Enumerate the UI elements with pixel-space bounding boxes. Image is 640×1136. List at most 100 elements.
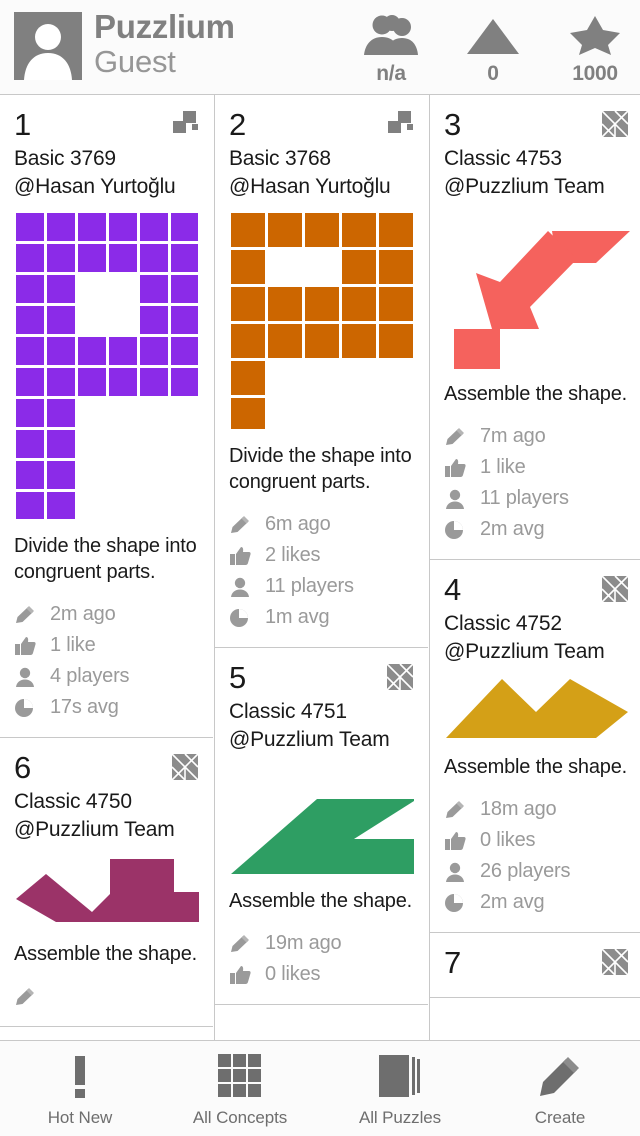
nav-item-all-puzzles[interactable]: All Puzzles — [320, 1041, 480, 1136]
grid-icon — [217, 1053, 263, 1099]
card-meta: 7m ago 1 like 11 players 2m avg — [444, 421, 629, 545]
card-title: Basic 3769 — [14, 147, 116, 170]
meta-likes-text: 1 like — [480, 456, 526, 478]
meta-likes: 1 like — [14, 630, 199, 661]
card-header: 5 — [229, 658, 414, 698]
nav-item-all-concepts[interactable]: All Concepts — [160, 1041, 320, 1136]
stat-score-value: 1000 — [572, 62, 618, 85]
nav-label: All Puzzles — [358, 1108, 442, 1127]
pie-clock-icon — [14, 697, 42, 719]
meta-avg: 2m avg — [444, 887, 629, 918]
meta-time-text: 19m ago — [265, 932, 342, 954]
meta-time: 19m ago — [229, 928, 414, 959]
meta-time-text: 7m ago — [480, 425, 546, 447]
meta-time: 7m ago — [444, 421, 629, 452]
person-icon — [444, 861, 472, 883]
meta-time: 18m ago — [444, 794, 629, 825]
stat-friends[interactable]: n/a — [356, 12, 426, 86]
star-icon — [560, 12, 630, 58]
basic-blocks-icon — [171, 110, 199, 138]
card-description: Assemble the shape. — [444, 756, 627, 778]
nav-item-hot-new[interactable]: Hot New — [0, 1041, 160, 1136]
puzzle-shape-orange-letter-p — [229, 211, 415, 431]
meta-avg-text: 1m avg — [265, 606, 330, 628]
meta-likes: 0 likes — [229, 959, 414, 990]
card-rank: 7 — [444, 945, 461, 980]
card-author: @Hasan Yurtoğlu — [229, 175, 391, 198]
card-description: Assemble the shape. — [14, 943, 197, 965]
meta-players: 26 players — [444, 856, 629, 887]
meta-avg: 1m avg — [229, 602, 414, 633]
nav-label: Create — [534, 1108, 586, 1127]
card-rank: 4 — [444, 572, 461, 607]
meta-likes: 2 likes — [229, 540, 414, 571]
stat-level-value: 0 — [487, 62, 499, 85]
card-author: @Puzzlium Team — [444, 175, 605, 198]
pie-clock-icon — [444, 892, 472, 914]
card-title: Classic 4750 — [14, 790, 132, 813]
classic-tangram-icon — [601, 948, 629, 976]
card-header: 1 — [14, 105, 199, 145]
card-meta: 2m ago 1 like 4 players 17s avg — [14, 599, 199, 723]
meta-players: 4 players — [14, 661, 199, 692]
pie-clock-icon — [229, 607, 257, 629]
puzzle-card[interactable]: 5 Classic 4751 @Puzzlium Team Assemble t… — [215, 648, 428, 1005]
person-avatar-icon — [14, 12, 82, 80]
person-icon — [444, 488, 472, 510]
person-icon — [14, 666, 42, 688]
card-title: Classic 4752 — [444, 612, 562, 635]
puzzle-card[interactable]: 2 Basic 3768 @Hasan Yurtoğlu Divide the … — [215, 95, 428, 648]
puzzle-card[interactable]: 6 Classic 4750 @Puzzlium Team Assemble t… — [0, 738, 213, 1027]
app-header: Puzzlium Guest n/a 0 1000 — [0, 0, 640, 95]
classic-tangram-icon — [171, 753, 199, 781]
card-description: Assemble the shape. — [444, 383, 627, 405]
puzzle-shape-red-arrow — [444, 211, 630, 369]
nav-item-create[interactable]: Create — [480, 1041, 640, 1136]
puzzle-shape-green-triangle — [229, 764, 414, 876]
user-name: Guest — [94, 44, 176, 79]
meta-time — [14, 981, 199, 1012]
card-header: 7 — [444, 943, 629, 983]
thumbs-up-icon — [444, 457, 472, 479]
puzzle-card[interactable]: 1 Basic 3769 @Hasan Yurtoğlu Divide the … — [0, 95, 213, 738]
puzzle-board[interactable]: 1 Basic 3769 @Hasan Yurtoğlu Divide the … — [0, 95, 640, 1040]
exclamation-icon — [68, 1053, 92, 1099]
card-meta: 6m ago 2 likes 11 players 1m avg — [229, 509, 414, 633]
person-icon — [229, 576, 257, 598]
puzzle-card[interactable]: 7 — [430, 933, 640, 998]
card-meta: 19m ago 0 likes — [229, 928, 414, 990]
puzzle-card[interactable]: 3 Classic 4753 @Puzzlium Team Assemble t… — [430, 95, 640, 560]
meta-players-text: 4 players — [50, 665, 130, 687]
nav-label: All Concepts — [192, 1108, 288, 1127]
meta-time: 2m ago — [14, 599, 199, 630]
people-group-icon — [356, 12, 426, 58]
card-meta: 18m ago 0 likes 26 players 2m avg — [444, 794, 629, 918]
meta-time-text: 2m ago — [50, 603, 116, 625]
pie-clock-icon — [444, 519, 472, 541]
card-author: @Hasan Yurtoğlu — [14, 175, 176, 198]
avatar[interactable] — [14, 12, 82, 80]
card-meta — [14, 981, 199, 1012]
card-description: Assemble the shape. — [229, 890, 412, 912]
classic-tangram-icon — [386, 663, 414, 691]
brand-block: Puzzlium Guest — [94, 10, 235, 77]
meta-avg-text: 2m avg — [480, 891, 545, 913]
meta-likes-text: 0 likes — [480, 829, 536, 851]
card-title: Basic 3768 — [229, 147, 331, 170]
meta-avg: 2m avg — [444, 514, 629, 545]
pencil-icon — [229, 933, 257, 955]
meta-likes-text: 0 likes — [265, 963, 321, 985]
stat-level[interactable]: 0 — [458, 12, 528, 86]
card-header: 6 — [14, 748, 199, 788]
card-header: 3 — [444, 105, 629, 145]
card-rank: 1 — [14, 107, 31, 142]
meta-players: 11 players — [229, 571, 414, 602]
puzzle-shape-purple-letter-p — [14, 211, 200, 521]
puzzle-card[interactable]: 4 Classic 4752 @Puzzlium Team Assemble t… — [430, 560, 640, 933]
stat-score[interactable]: 1000 — [560, 12, 630, 86]
meta-players-text: 11 players — [480, 487, 569, 509]
basic-blocks-icon — [386, 110, 414, 138]
thumbs-up-icon — [14, 635, 42, 657]
card-rank: 2 — [229, 107, 246, 142]
app-title: Puzzlium — [94, 8, 235, 45]
